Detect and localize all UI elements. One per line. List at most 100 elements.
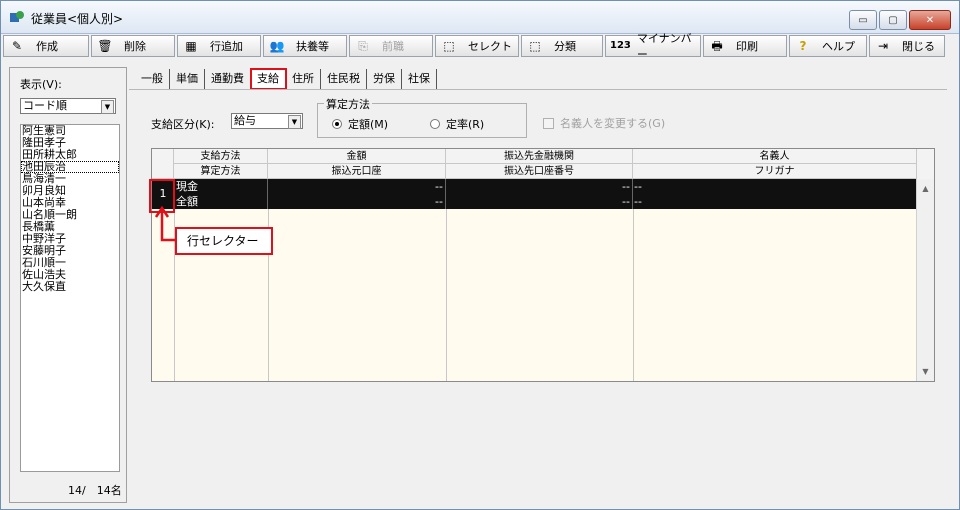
header-bank: 振込先金融機関 <box>446 149 633 164</box>
mynumber-icon: 123 <box>610 40 631 51</box>
employee-pane: 表示(V): コード順 ▼ 阿生憲司 隆田孝子 田所耕太郎 池田辰治 鳥海清一 卯月良知山… <box>9 67 127 503</box>
chevron-down-icon[interactable]: ▼ <box>288 115 301 129</box>
header-dest-account: 振込先口座番号 <box>446 164 633 179</box>
add-row-icon: ▦ <box>185 39 197 53</box>
add-row-button[interactable]: ▦ 行追加 <box>177 35 261 57</box>
tab-commute[interactable]: 通勤費 <box>205 69 251 89</box>
dependents-icon: 👥 <box>269 39 285 53</box>
tab-address[interactable]: 住所 <box>286 69 321 89</box>
category-label: 分類 <box>554 40 576 53</box>
close-window-label: 閉じる <box>902 40 935 53</box>
sort-select-value: コード順 <box>23 99 67 112</box>
category-icon: ⬚ <box>529 39 541 53</box>
tab-unit-price[interactable]: 単価 <box>170 69 205 89</box>
change-holder-checkbox[interactable]: 名義人を変更する(G) <box>543 115 665 131</box>
row-bank[interactable]: -- <box>446 194 633 209</box>
header-method: 支給方法 <box>174 149 268 164</box>
maximize-button[interactable]: ▢ <box>879 10 907 30</box>
checkbox-box[interactable] <box>543 117 554 129</box>
print-icon: 🖶 <box>711 39 723 53</box>
help-icon: ? <box>799 39 807 53</box>
calc-method-group: 算定方法 定額(M) 定率(R) <box>317 96 527 138</box>
delete-button[interactable]: 🗑 削除 <box>91 35 175 57</box>
tab-labor-insurance[interactable]: 労保 <box>367 69 402 89</box>
row-method[interactable]: 現金 <box>174 179 268 194</box>
print-button[interactable]: 🖶 印刷 <box>703 35 787 57</box>
close-window-button[interactable]: ⇥ 閉じる <box>869 35 945 57</box>
chevron-down-icon[interactable]: ▼ <box>101 100 114 114</box>
help-label: ヘルプ <box>822 40 855 53</box>
payment-panel: 支給区分(K): 給与 ▼ 算定方法 定額(M) 定率(R) 名義人を変更する(… <box>129 89 947 504</box>
add-row-label: 行追加 <box>210 40 243 53</box>
dependents-button[interactable]: 👥 扶養等 <box>263 35 347 57</box>
radio-fixed[interactable]: 定額(M) <box>332 116 388 132</box>
list-item[interactable]: 大久保直 <box>21 281 119 293</box>
category-button[interactable]: ⬚ 分類 <box>521 35 603 57</box>
previous-job-button[interactable]: ⎘ 前職 <box>349 35 433 57</box>
help-button[interactable]: ? ヘルプ <box>789 35 867 57</box>
delete-label: 削除 <box>124 40 146 53</box>
app-icon <box>10 11 24 22</box>
print-label: 印刷 <box>736 40 758 53</box>
dependents-label: 扶養等 <box>296 40 329 53</box>
vertical-scrollbar[interactable]: ▲ ▼ <box>916 179 934 381</box>
window-title: 従業員<個人別> <box>31 12 124 26</box>
display-label: 表示(V): <box>20 78 62 91</box>
title-bar: 従業員<個人別> ▭ ▢ ✕ <box>1 1 959 34</box>
previous-job-label: 前職 <box>382 40 404 53</box>
select-button[interactable]: ⬚ セレクト <box>435 35 519 57</box>
app-window: 従業員<個人別> ▭ ▢ ✕ ✎ 作成 🗑 削除 ▦ 行追加 👥 扶養等 ⎘ 前職 ⬚ セレ… <box>0 0 960 510</box>
select-label: セレクト <box>468 40 512 53</box>
previous-job-icon: ⎘ <box>358 39 368 53</box>
mynumber-button[interactable]: 123 マイナンバー <box>605 32 701 61</box>
pay-class-value: 給与 <box>234 114 256 127</box>
create-button[interactable]: ✎ 作成 <box>3 35 89 57</box>
employee-list[interactable]: 阿生憲司 隆田孝子 田所耕太郎 池田辰治 鳥海清一 卯月良知 山本尚幸 山名順一朗 長橋薫 中野洋… <box>20 124 120 472</box>
grid-divider <box>633 179 634 381</box>
radio-rate-dot[interactable] <box>430 119 440 129</box>
select-icon: ⬚ <box>443 39 455 53</box>
row-holder[interactable]: -- <box>633 179 917 194</box>
toolbar: ✎ 作成 🗑 削除 ▦ 行追加 👥 扶養等 ⎘ 前職 ⬚ セレクト ⬚ 分類 123 マイナンバ… <box>3 32 945 61</box>
create-icon: ✎ <box>11 39 23 53</box>
tab-social-insurance[interactable]: 社保 <box>402 69 437 89</box>
tab-resident-tax[interactable]: 住民税 <box>321 69 367 89</box>
radio-rate[interactable]: 定率(R) <box>430 116 484 132</box>
employee-count: 14/ 14名 <box>68 484 122 497</box>
tab-payment[interactable]: 支給 <box>250 68 287 90</box>
row-amount[interactable]: -- <box>268 194 446 209</box>
row-method[interactable]: 全額 <box>174 194 268 209</box>
radio-fixed-label: 定額(M) <box>348 118 389 131</box>
grid-divider <box>268 179 269 381</box>
header-source-account: 振込元口座 <box>268 164 446 179</box>
grid-corner <box>152 149 174 179</box>
create-label: 作成 <box>36 40 58 53</box>
tab-bar: 一般 単価 通勤費 支給 住所 住民税 労保 社保 <box>135 68 437 90</box>
minimize-button[interactable]: ▭ <box>849 10 877 30</box>
row-bank[interactable]: -- <box>446 179 633 194</box>
close-window-icon: ⇥ <box>877 39 889 53</box>
delete-icon: 🗑 <box>97 39 113 53</box>
grid-divider <box>446 179 447 381</box>
close-button[interactable]: ✕ <box>909 10 951 30</box>
change-holder-label: 名義人を変更する(G) <box>560 117 666 130</box>
row-amount[interactable]: -- <box>268 179 446 194</box>
scroll-up-icon[interactable]: ▲ <box>918 181 933 196</box>
header-amount: 金額 <box>268 149 446 164</box>
mynumber-label: マイナンバー <box>636 32 692 61</box>
header-calc-method: 算定方法 <box>174 164 268 179</box>
row-holder[interactable]: -- <box>633 194 917 209</box>
radio-rate-label: 定率(R) <box>446 118 485 131</box>
table-row[interactable]: 全額 -- -- -- <box>174 194 934 209</box>
header-furigana: フリガナ <box>633 164 917 179</box>
pay-class-select[interactable]: 給与 ▼ <box>231 113 303 129</box>
table-row[interactable]: 現金 -- -- -- <box>174 179 934 195</box>
tab-general[interactable]: 一般 <box>135 69 170 89</box>
radio-fixed-dot[interactable] <box>332 119 342 129</box>
sort-select[interactable]: コード順 ▼ <box>20 98 116 114</box>
scroll-down-icon[interactable]: ▼ <box>918 364 933 379</box>
annotation-highlight <box>149 179 175 213</box>
annotation-label: 行セレクター <box>175 227 273 255</box>
calc-method-title: 算定方法 <box>324 96 372 112</box>
pay-class-label: 支給区分(K): <box>151 118 215 131</box>
